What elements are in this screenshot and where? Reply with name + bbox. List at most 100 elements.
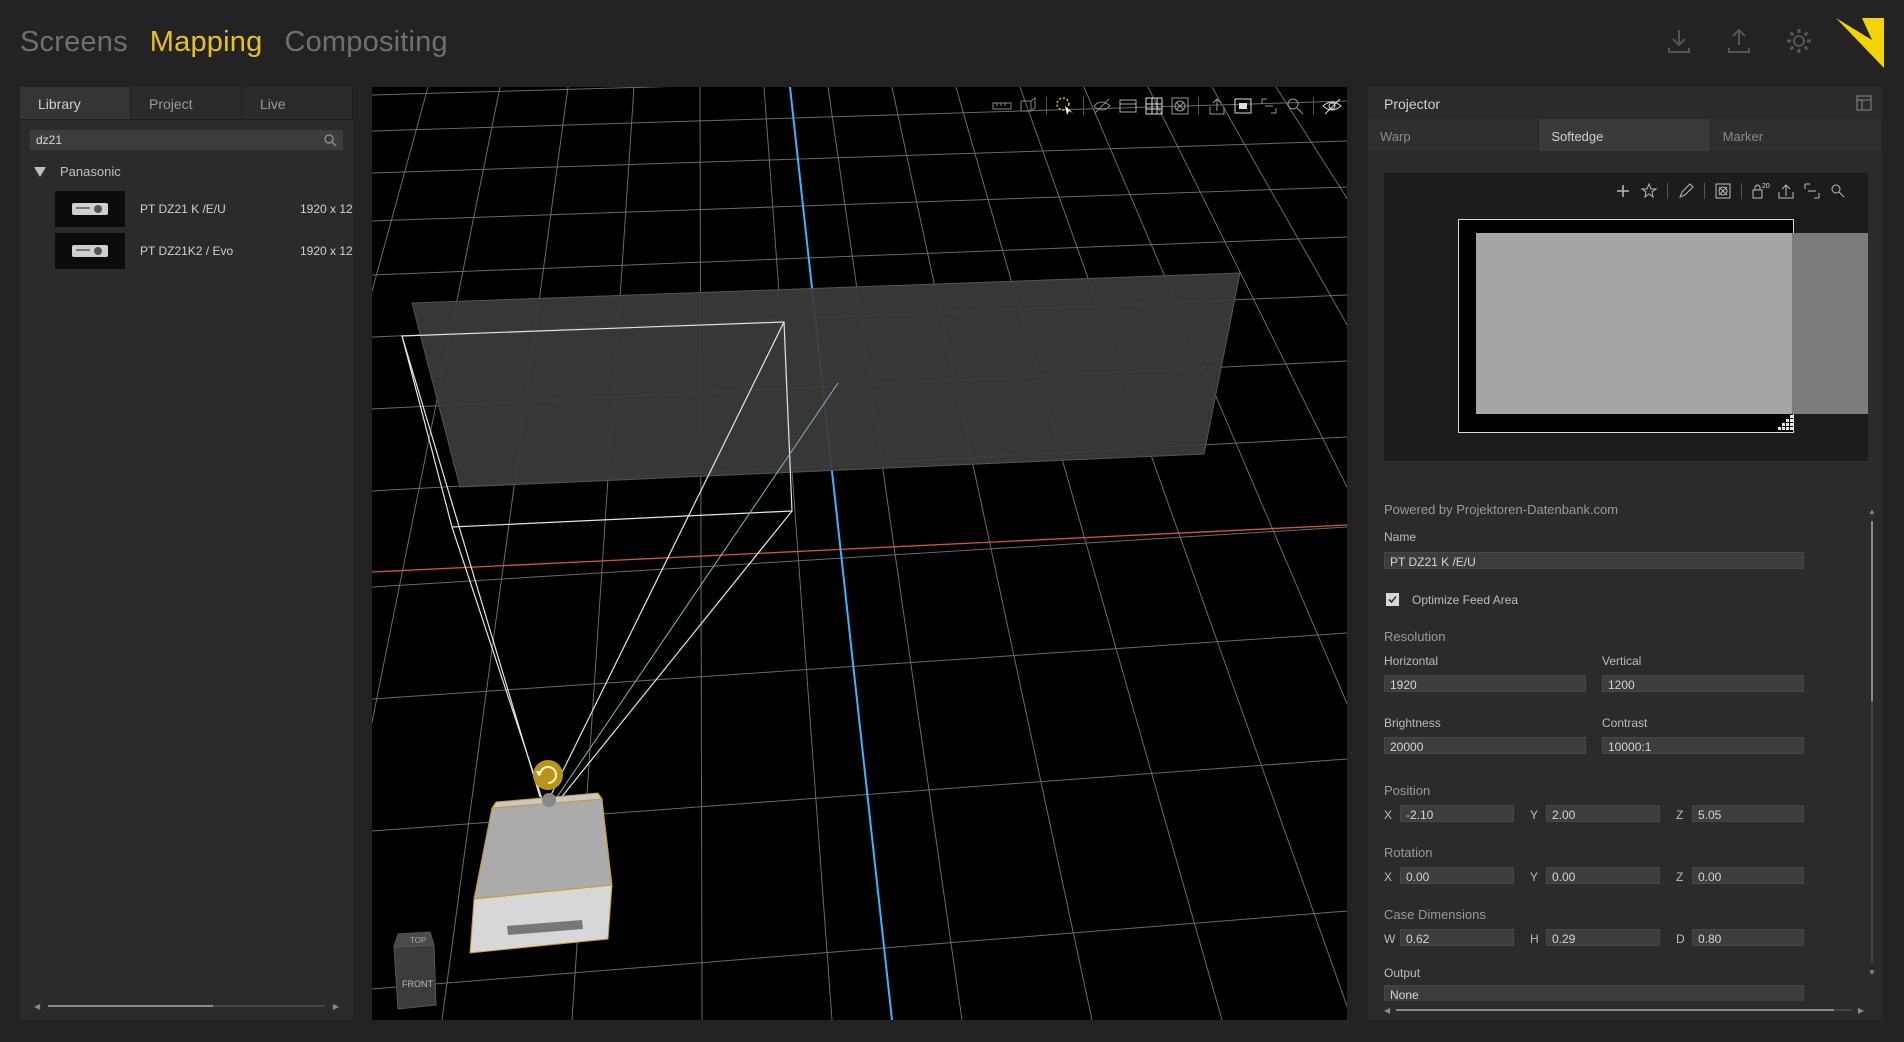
item-name: PT DZ21K2 / Evo xyxy=(140,244,234,258)
properties-vertical-scrollbar[interactable]: ▲ ▼ xyxy=(1868,507,1876,977)
search-icon[interactable] xyxy=(1828,181,1848,201)
scroll-down-icon[interactable]: ▼ xyxy=(1868,968,1876,977)
stars-icon[interactable] xyxy=(1639,181,1659,201)
add-icon[interactable] xyxy=(1613,181,1633,201)
item-resolution: 1920 x 1200 xyxy=(300,202,353,216)
scroll-up-icon[interactable]: ▲ xyxy=(1868,507,1876,516)
case-w-field[interactable] xyxy=(1401,931,1513,947)
window-icon[interactable] xyxy=(1117,95,1139,117)
nav-compositing[interactable]: Compositing xyxy=(284,26,447,59)
position-section-label: Position xyxy=(1384,783,1431,798)
vertical-field-wrap xyxy=(1602,675,1804,693)
position-z-field[interactable] xyxy=(1693,807,1803,823)
upload-icon[interactable] xyxy=(1724,26,1754,56)
projector-tabs: Warp Softedge Marker xyxy=(1368,119,1882,151)
horizontal-field-wrap xyxy=(1384,675,1586,693)
brightness-field[interactable] xyxy=(1385,739,1585,755)
position-y-wrap xyxy=(1546,805,1660,823)
library-group-panasonic[interactable]: Panasonic xyxy=(34,164,353,179)
search-input[interactable] xyxy=(30,130,322,150)
lock-icon[interactable]: 20 xyxy=(1750,181,1770,201)
brand-logo xyxy=(1836,18,1884,68)
case-h-field[interactable] xyxy=(1547,931,1659,947)
snap-icon[interactable] xyxy=(1169,95,1191,117)
softedge-preview[interactable]: 20 xyxy=(1384,173,1868,461)
x-axis-line xyxy=(372,524,1347,573)
3d-viewport[interactable]: TOP FRONT xyxy=(372,87,1347,1020)
horizontal-field[interactable] xyxy=(1385,677,1585,693)
axis-w-label: W xyxy=(1384,932,1396,946)
tab-warp[interactable]: Warp xyxy=(1368,119,1540,151)
projection-screen[interactable] xyxy=(411,272,1241,488)
tab-library[interactable]: Library xyxy=(20,87,131,119)
list-item[interactable]: PT DZ21K2 / Evo 1920 x 1200 xyxy=(20,231,353,271)
item-name: PT DZ21 K /E/U xyxy=(140,202,226,216)
scroll-right-icon[interactable]: ▶ xyxy=(333,1002,339,1011)
fit-icon[interactable] xyxy=(1802,181,1822,201)
search-icon[interactable] xyxy=(323,133,337,147)
viewport-toolbar xyxy=(991,95,1343,117)
zoom-fit-icon[interactable] xyxy=(1258,95,1280,117)
contrast-field[interactable] xyxy=(1603,739,1803,755)
rotation-z-field[interactable] xyxy=(1693,869,1803,885)
list-item[interactable]: PT DZ21 K /E/U 1920 x 1200 xyxy=(20,189,353,229)
grid-icon[interactable] xyxy=(1143,95,1165,117)
scroll-left-icon[interactable]: ◀ xyxy=(1384,1006,1390,1015)
tab-live[interactable]: Live xyxy=(242,87,353,119)
dock-icon[interactable] xyxy=(1856,95,1872,111)
name-field-wrap xyxy=(1384,552,1804,570)
case-w-wrap xyxy=(1400,929,1514,947)
output-select-wrap xyxy=(1384,985,1804,1003)
output-label: Output xyxy=(1384,966,1421,980)
panel-title: Projector xyxy=(1384,96,1441,112)
case-d-field[interactable] xyxy=(1693,931,1803,947)
hide-icon[interactable] xyxy=(1091,95,1113,117)
eye-off-icon[interactable] xyxy=(1321,95,1343,117)
axis-z-label: Z xyxy=(1676,808,1684,822)
output-select[interactable] xyxy=(1385,987,1803,1003)
download-icon[interactable] xyxy=(1664,26,1694,56)
scroll-right-icon[interactable]: ▶ xyxy=(1858,1006,1864,1015)
nav-mapping[interactable]: Mapping xyxy=(150,26,263,59)
image-icon[interactable] xyxy=(1232,95,1254,117)
pen-icon[interactable] xyxy=(1676,181,1696,201)
scene-canvas[interactable]: TOP FRONT xyxy=(372,87,1347,1020)
tab-marker[interactable]: Marker xyxy=(1710,119,1882,151)
optimize-feed-checkbox[interactable] xyxy=(1386,593,1399,606)
snap-icon[interactable] xyxy=(1713,181,1733,201)
resize-grip-icon[interactable] xyxy=(1776,413,1796,433)
search-icon[interactable] xyxy=(1284,95,1306,117)
library-panel: Library Project Live Panasonic PT DZ21 K… xyxy=(20,87,353,1020)
ruler-icon[interactable] xyxy=(991,95,1013,117)
position-x-field[interactable] xyxy=(1401,807,1513,823)
nav-screens[interactable]: Screens xyxy=(20,26,128,59)
rotation-x-field[interactable] xyxy=(1401,869,1513,885)
vertical-label: Vertical xyxy=(1602,654,1642,668)
export-icon[interactable] xyxy=(1776,181,1796,201)
rotate-gizmo-icon[interactable] xyxy=(533,760,563,790)
gear-icon[interactable] xyxy=(1784,26,1814,56)
export-icon[interactable] xyxy=(1206,95,1228,117)
select-points-icon[interactable] xyxy=(1054,95,1076,117)
horizontal-label: Horizontal xyxy=(1384,654,1439,668)
vertical-field[interactable] xyxy=(1603,677,1803,693)
case-d-wrap xyxy=(1692,929,1804,947)
position-z-wrap xyxy=(1692,805,1804,823)
scroll-left-icon[interactable]: ◀ xyxy=(34,1002,40,1011)
library-horizontal-scrollbar[interactable]: ◀ ▶ xyxy=(34,1002,339,1011)
position-y-field[interactable] xyxy=(1547,807,1659,823)
transform-icon[interactable] xyxy=(1017,95,1039,117)
collapse-triangle-icon[interactable] xyxy=(34,166,46,177)
name-field[interactable] xyxy=(1385,554,1803,570)
tab-project[interactable]: Project xyxy=(131,87,242,119)
rotation-z-wrap xyxy=(1692,867,1804,885)
properties-horizontal-scrollbar[interactable]: ◀ ▶ xyxy=(1384,1006,1864,1015)
rotation-y-field[interactable] xyxy=(1547,869,1659,885)
checkmark-icon xyxy=(1388,595,1397,604)
projector-icon xyxy=(72,245,108,257)
projector-model[interactable] xyxy=(469,792,613,954)
contrast-label: Contrast xyxy=(1602,716,1648,730)
z-axis-line xyxy=(789,87,893,1020)
case-h-wrap xyxy=(1546,929,1660,947)
tab-softedge[interactable]: Softedge xyxy=(1539,119,1711,151)
